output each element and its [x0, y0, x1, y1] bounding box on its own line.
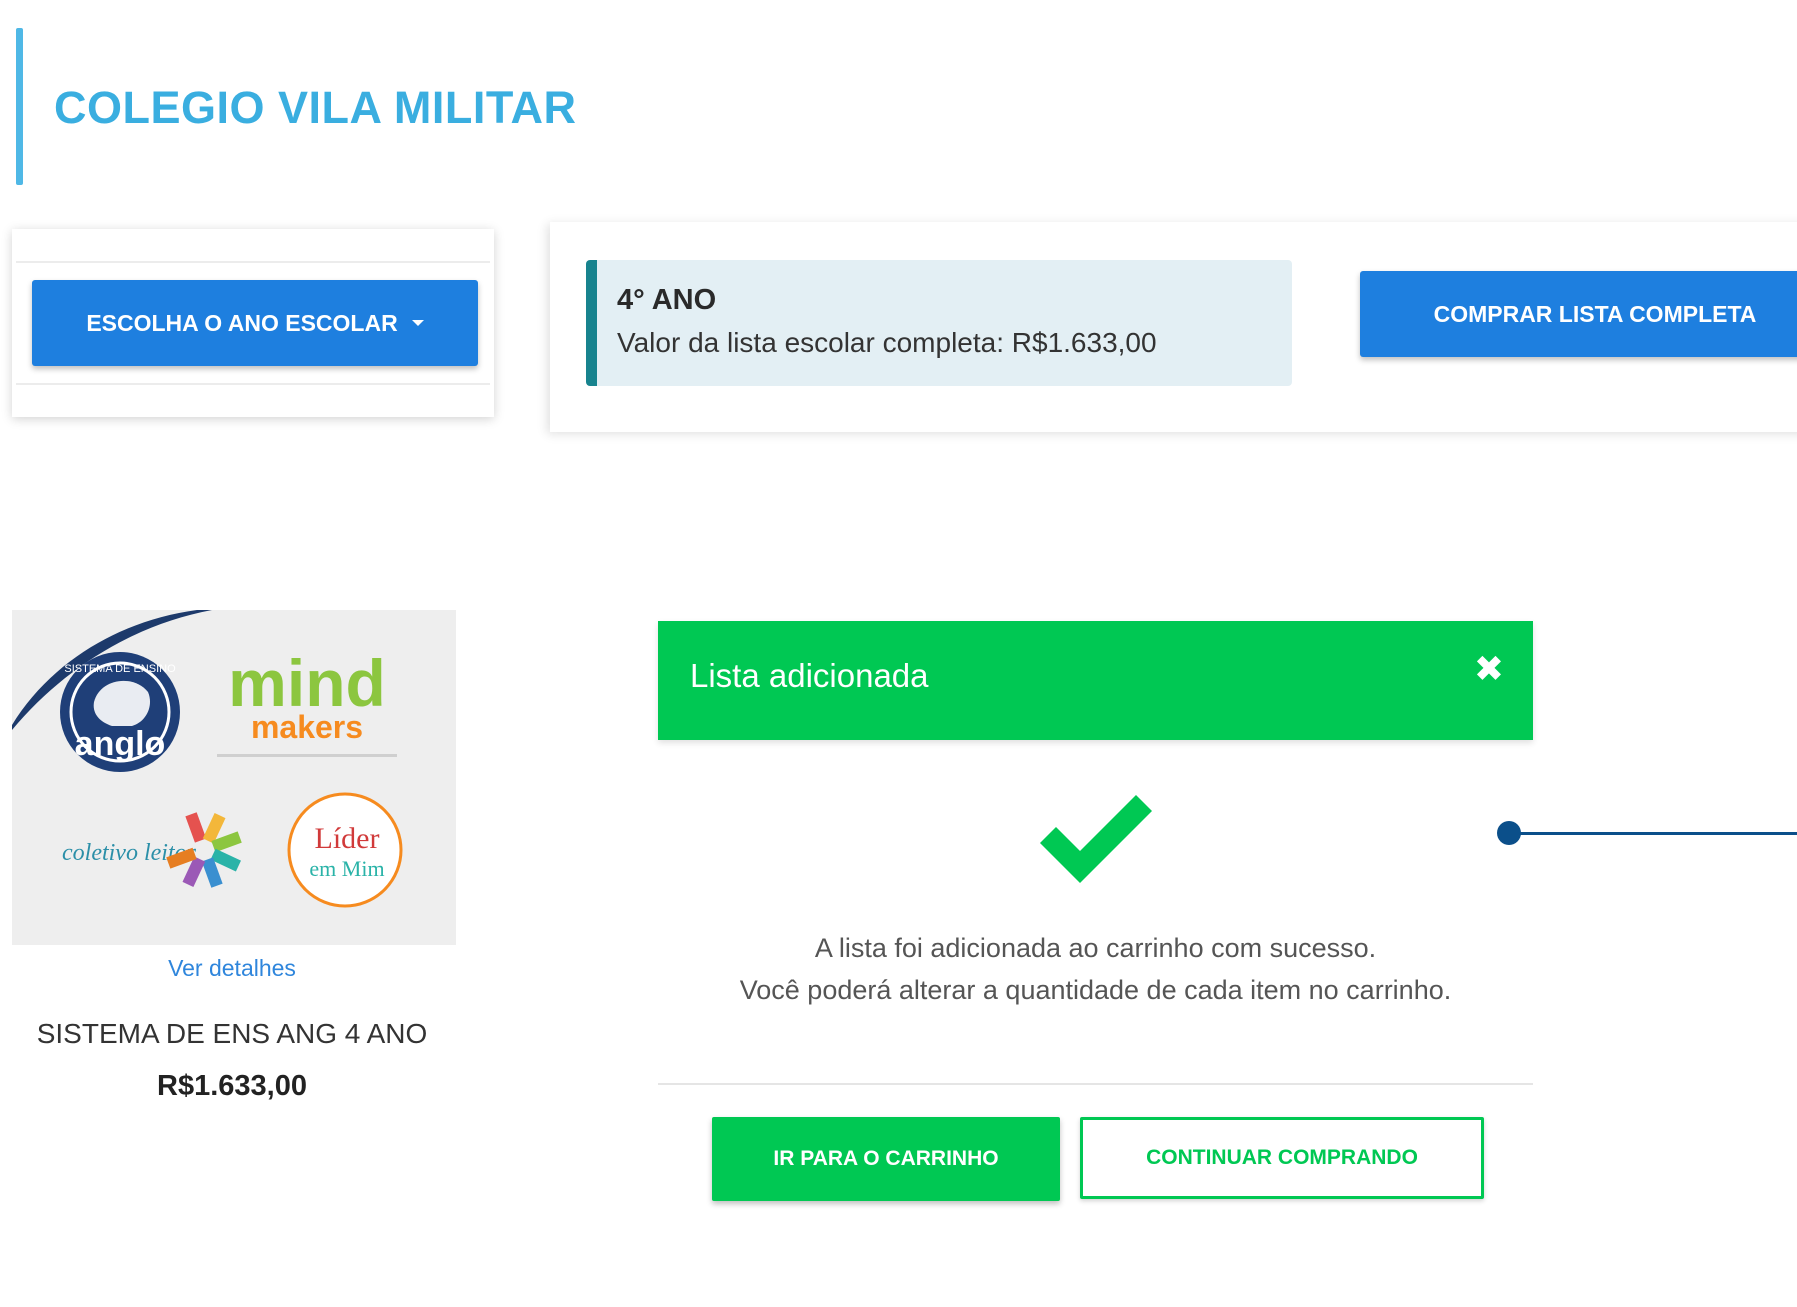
annotation-pointer-line — [1515, 832, 1797, 835]
continue-shopping-button[interactable]: CONTINUAR COMPRANDO — [1080, 1117, 1484, 1199]
year-selector-card: ESCOLHA O ANO ESCOLAR — [12, 229, 494, 417]
title-accent-bar — [16, 28, 23, 185]
view-details-link[interactable]: Ver detalhes — [12, 955, 452, 982]
em-mim-logo-text: em Mim — [309, 856, 384, 881]
divider — [16, 383, 490, 385]
modal-header: Lista adicionada ✖ — [658, 621, 1533, 740]
page: COLEGIO VILA MILITAR ESCOLHA O ANO ESCOL… — [0, 0, 1797, 1307]
check-icon — [1040, 795, 1152, 883]
caret-down-icon — [411, 320, 424, 326]
lider-logo-text: Líder — [315, 822, 380, 855]
makers-logo-text: makers — [251, 709, 363, 745]
anglo-logo-text: anglo — [75, 725, 166, 763]
list-total-text: Valor da lista escolar completa: R$1.633… — [617, 327, 1157, 358]
product-price: R$1.633,00 — [157, 1070, 307, 1102]
list-added-modal: Lista adicionada ✖ A lista foi adicionad… — [658, 621, 1533, 1221]
go-to-cart-button[interactable]: IR PARA O CARRINHO — [712, 1117, 1060, 1201]
buy-full-list-button[interactable]: COMPRAR LISTA COMPLETA — [1360, 271, 1797, 357]
list-info-card: 4° ANO Valor da lista escolar completa: … — [550, 222, 1797, 432]
page-title: COLEGIO VILA MILITAR — [54, 82, 577, 133]
modal-message-line-1: A lista foi adicionada ao carrinho com s… — [814, 933, 1377, 963]
divider — [16, 261, 490, 263]
anglo-ring-text: SISTEMA DE ENSINO — [64, 663, 176, 675]
modal-title: Lista adicionada — [690, 657, 929, 694]
product-image[interactable]: SISTEMA DE ENSINO anglo mind makers cole… — [12, 610, 456, 945]
close-icon[interactable]: ✖ — [1471, 651, 1507, 687]
grade-label: 4° ANO — [617, 284, 717, 316]
choose-year-label: ESCOLHA O ANO ESCOLAR — [86, 309, 398, 336]
choose-year-dropdown-button[interactable]: ESCOLHA O ANO ESCOLAR — [32, 280, 478, 366]
modal-divider — [658, 1083, 1533, 1085]
modal-message-line-2: Você poderá alterar a quantidade de cada… — [739, 975, 1452, 1005]
product-logos-image: SISTEMA DE ENSINO anglo mind makers cole… — [12, 610, 456, 945]
list-total-alert: 4° ANO Valor da lista escolar completa: … — [586, 260, 1292, 386]
product-name: SISTEMA DE ENS ANG 4 ANO — [36, 1018, 428, 1049]
